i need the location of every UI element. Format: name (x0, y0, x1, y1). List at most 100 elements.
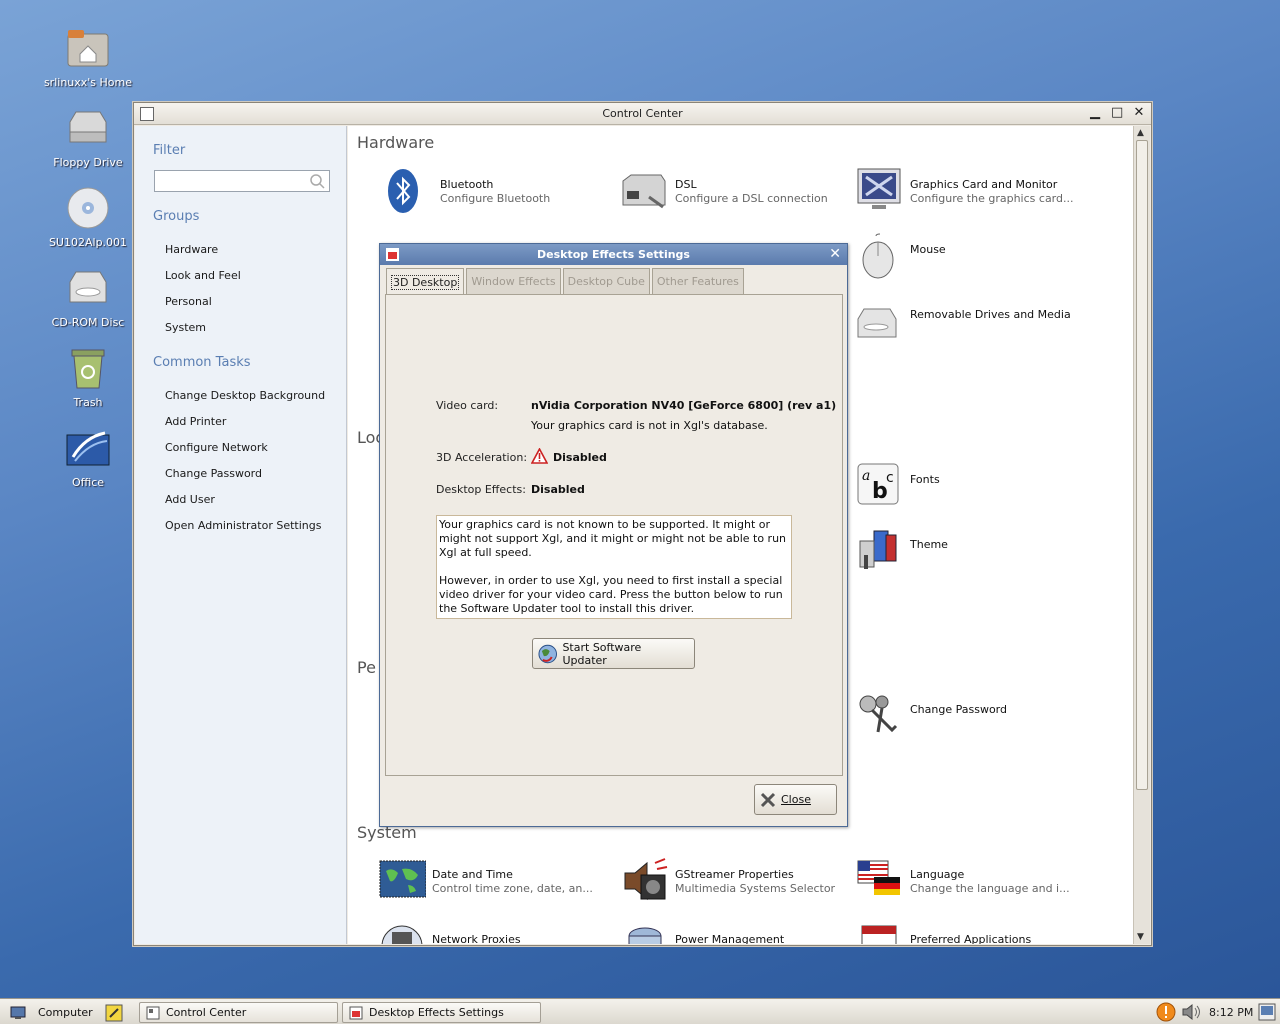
video-card-value: nVidia Corporation NV40 [GeForce 6800] (… (531, 399, 837, 412)
volume-icon[interactable] (1181, 1003, 1203, 1021)
item-desc: Change the language and i... (910, 882, 1070, 895)
maximize-icon[interactable]: □ (1111, 105, 1123, 120)
dialog-tabs: 3D Desktop Window Effects Desktop Cube O… (386, 268, 746, 295)
minimize-icon[interactable]: ▁ (1089, 105, 1101, 120)
network-proxy-icon (381, 925, 423, 944)
notes-launcher[interactable] (104, 1002, 124, 1023)
task-add-user[interactable]: Add User (165, 493, 215, 506)
task-add-printer[interactable]: Add Printer (165, 415, 226, 428)
item-desc: Configure the graphics card... (910, 192, 1074, 205)
dsl-modem-icon (622, 174, 666, 209)
tab-panel-3d-desktop: Video card: nVidia Corporation NV40 [GeF… (385, 294, 843, 776)
dialog-close-icon[interactable]: ✕ (829, 246, 841, 262)
scroll-down-icon[interactable]: ▼ (1137, 932, 1144, 942)
home-folder-icon (64, 24, 112, 72)
item-desc: Configure Bluetooth (440, 192, 551, 205)
tab-other-features[interactable]: Other Features (651, 268, 744, 294)
task-open-administrator-settings[interactable]: Open Administrator Settings (165, 519, 321, 532)
item-name: Bluetooth (440, 178, 494, 191)
item-fonts[interactable]: abc Fonts (856, 462, 1096, 512)
bluetooth-icon (388, 169, 418, 213)
desktop-icon-label: Office (71, 476, 105, 489)
item-name: GStreamer Properties (675, 868, 794, 881)
show-desktop-icon[interactable] (1258, 1003, 1276, 1021)
item-network-proxies[interactable]: Network Proxies (378, 922, 618, 944)
task-change-password[interactable]: Change Password (165, 467, 262, 480)
floppy-drive-icon (64, 104, 112, 152)
desktop-icon-home[interactable]: srlinuxx's Home (38, 24, 138, 89)
window-menu-icon[interactable] (140, 107, 154, 121)
item-graphics-card-monitor[interactable]: Graphics Card and Monitor Configure the … (856, 167, 1096, 217)
monitor-icon (857, 168, 901, 209)
desktop-icon-cd[interactable]: SU102Alp.001 (38, 184, 138, 249)
tab-desktop-cube[interactable]: Desktop Cube (562, 268, 650, 294)
group-hardware[interactable]: Hardware (165, 243, 218, 256)
item-preferred-applications[interactable]: Preferred Applications (856, 922, 1096, 944)
dialog-titlebar[interactable]: Desktop Effects Settings ✕ (380, 244, 847, 265)
taskbar-task-control-center[interactable]: Control Center (139, 1002, 338, 1023)
taskbar-task-desktop-effects[interactable]: Desktop Effects Settings (342, 1002, 541, 1023)
item-name: Removable Drives and Media (910, 308, 1071, 321)
search-input[interactable] (154, 170, 330, 192)
item-removable-drives[interactable]: Removable Drives and Media (856, 297, 1096, 347)
section-hardware: Hardware (357, 133, 435, 152)
search-icon (310, 174, 325, 189)
window-titlebar[interactable]: Control Center ▁ □ ✕ (134, 103, 1151, 125)
item-power-management[interactable]: Power Management (621, 922, 861, 944)
support-note-para1: Your graphics card is not known to be su… (439, 518, 787, 559)
item-change-password[interactable]: Change Password (856, 692, 1096, 742)
group-system[interactable]: System (165, 321, 206, 334)
clock[interactable]: 8:12 PM (1209, 1006, 1253, 1019)
svg-text:c: c (886, 470, 894, 486)
item-desc: Configure a DSL connection (675, 192, 828, 205)
item-desc: Control time zone, date, an... (432, 882, 593, 895)
desktop-effects-dialog: Desktop Effects Settings ✕ 3D Desktop Wi… (379, 243, 848, 827)
task-change-desktop-background[interactable]: Change Desktop Background (165, 389, 325, 402)
support-note-box: Your graphics card is not known to be su… (436, 515, 792, 619)
item-mouse[interactable]: Mouse (856, 232, 1096, 282)
update-alert-icon[interactable] (1156, 1002, 1176, 1022)
section-personal: Pe (357, 658, 376, 677)
item-theme[interactable]: Theme (856, 527, 1096, 577)
item-gstreamer[interactable]: GStreamer Properties Multimedia Systems … (621, 857, 861, 907)
desktop-icon-floppy[interactable]: Floppy Drive (38, 104, 138, 169)
speaker-icon (624, 858, 668, 901)
flags-icon (857, 860, 900, 895)
desktop-icon-cdrom[interactable]: CD-ROM Disc (38, 264, 138, 329)
desktop-icon-office[interactable]: Office (38, 424, 138, 489)
close-icon[interactable]: ✕ (1133, 105, 1145, 120)
item-dsl[interactable]: DSL Configure a DSL connection (621, 167, 861, 217)
theme-icon (859, 530, 897, 569)
acceleration-value: Disabled (553, 451, 607, 464)
group-personal[interactable]: Personal (165, 295, 212, 308)
video-card-note: Your graphics card is not in Xgl's datab… (531, 419, 768, 432)
item-date-time[interactable]: Date and Time Control time zone, date, a… (378, 857, 618, 907)
trash-icon (64, 344, 112, 392)
tab-3d-desktop[interactable]: 3D Desktop (386, 268, 465, 295)
window-title: Control Center (602, 107, 683, 120)
desktop-icon-trash[interactable]: Trash (38, 344, 138, 409)
item-name: Mouse (910, 243, 946, 256)
scrollbar-thumb[interactable] (1136, 140, 1148, 790)
item-name: DSL (675, 178, 697, 191)
item-bluetooth[interactable]: Bluetooth Configure Bluetooth (386, 167, 626, 217)
computer-menu-button[interactable]: Computer (4, 1002, 99, 1023)
vertical-scrollbar[interactable]: ▲ ▼ (1133, 126, 1150, 944)
taskbar: Computer Control Center Desktop Effects … (0, 998, 1280, 1024)
removable-drive-icon (857, 308, 897, 338)
item-language[interactable]: Language Change the language and i... (856, 857, 1096, 907)
sidebar: Filter Groups Hardware Look and Feel Per… (135, 126, 347, 944)
close-button-label: Close (781, 793, 811, 806)
notes-icon (105, 1004, 123, 1021)
item-name: Language (910, 868, 965, 881)
mouse-icon (862, 233, 894, 279)
start-software-updater-button[interactable]: Start Software Updater (532, 638, 695, 669)
tab-window-effects[interactable]: Window Effects (466, 268, 561, 294)
video-card-label: Video card: (436, 399, 499, 412)
scroll-up-icon[interactable]: ▲ (1137, 128, 1144, 138)
task-configure-network[interactable]: Configure Network (165, 441, 268, 454)
dialog-title: Desktop Effects Settings (537, 248, 690, 261)
keys-icon (859, 695, 898, 733)
dialog-close-button[interactable]: Close (754, 784, 837, 815)
group-look-and-feel[interactable]: Look and Feel (165, 269, 241, 282)
